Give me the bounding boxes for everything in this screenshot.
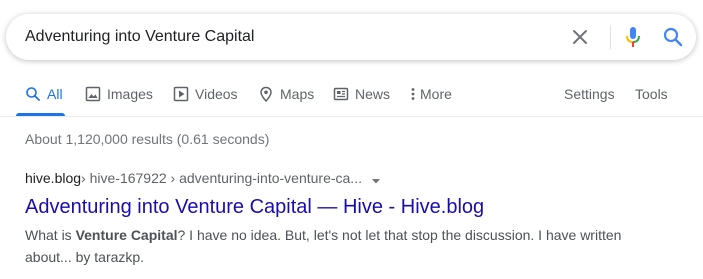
tab-label: All [47, 86, 63, 102]
result-breadcrumb: › hive-167922 › adventuring-into-venture… [81, 170, 362, 186]
settings-button[interactable]: Settings [564, 72, 615, 116]
news-icon [333, 87, 349, 101]
tab-label: Images [107, 86, 153, 102]
result-stats: About 1,120,000 results (0.61 seconds) [25, 131, 270, 147]
microphone-icon [626, 27, 640, 47]
tools-label: Tools [635, 86, 668, 102]
tab-videos[interactable]: Videos [173, 72, 238, 116]
tab-more[interactable]: More [410, 72, 452, 116]
result-snippet: What is Venture Capital? I have no idea.… [25, 224, 665, 268]
play-icon [173, 86, 189, 102]
search-box [6, 14, 696, 60]
search-box-divider [610, 25, 611, 49]
tab-label: More [420, 86, 452, 102]
search-button[interactable] [661, 25, 685, 49]
search-input[interactable] [25, 14, 545, 60]
caret-down-icon [371, 179, 380, 184]
settings-label: Settings [564, 86, 615, 102]
more-vertical-icon [411, 88, 415, 100]
search-icon [663, 27, 683, 47]
tab-maps[interactable]: Maps [258, 72, 314, 116]
tabs-divider [0, 116, 703, 117]
snippet-text: What is [25, 227, 76, 243]
voice-search-button[interactable] [621, 25, 645, 49]
image-icon [85, 86, 101, 102]
snippet-highlight: Venture Capital [75, 227, 178, 243]
search-tabs: All Images Videos Maps News More Setting… [0, 72, 703, 118]
result-menu-button[interactable] [370, 172, 382, 184]
result-domain: hive.blog [25, 170, 82, 186]
close-icon [573, 30, 587, 44]
tab-label: News [355, 86, 391, 102]
search-icon [26, 87, 40, 101]
result-url: hive.blog › hive-167922 › adventuring-in… [25, 168, 685, 188]
tools-button[interactable]: Tools [635, 72, 668, 116]
tab-all[interactable]: All [25, 72, 63, 116]
result-title-link[interactable]: Adventuring into Venture Capital — Hive … [25, 194, 685, 220]
search-result: hive.blog › hive-167922 › adventuring-in… [25, 168, 685, 268]
tab-label: Videos [195, 86, 238, 102]
map-pin-icon [260, 86, 272, 102]
tab-images[interactable]: Images [85, 72, 153, 116]
tab-label: Maps [280, 86, 315, 102]
tab-news[interactable]: News [333, 72, 390, 116]
clear-button[interactable] [568, 25, 592, 49]
